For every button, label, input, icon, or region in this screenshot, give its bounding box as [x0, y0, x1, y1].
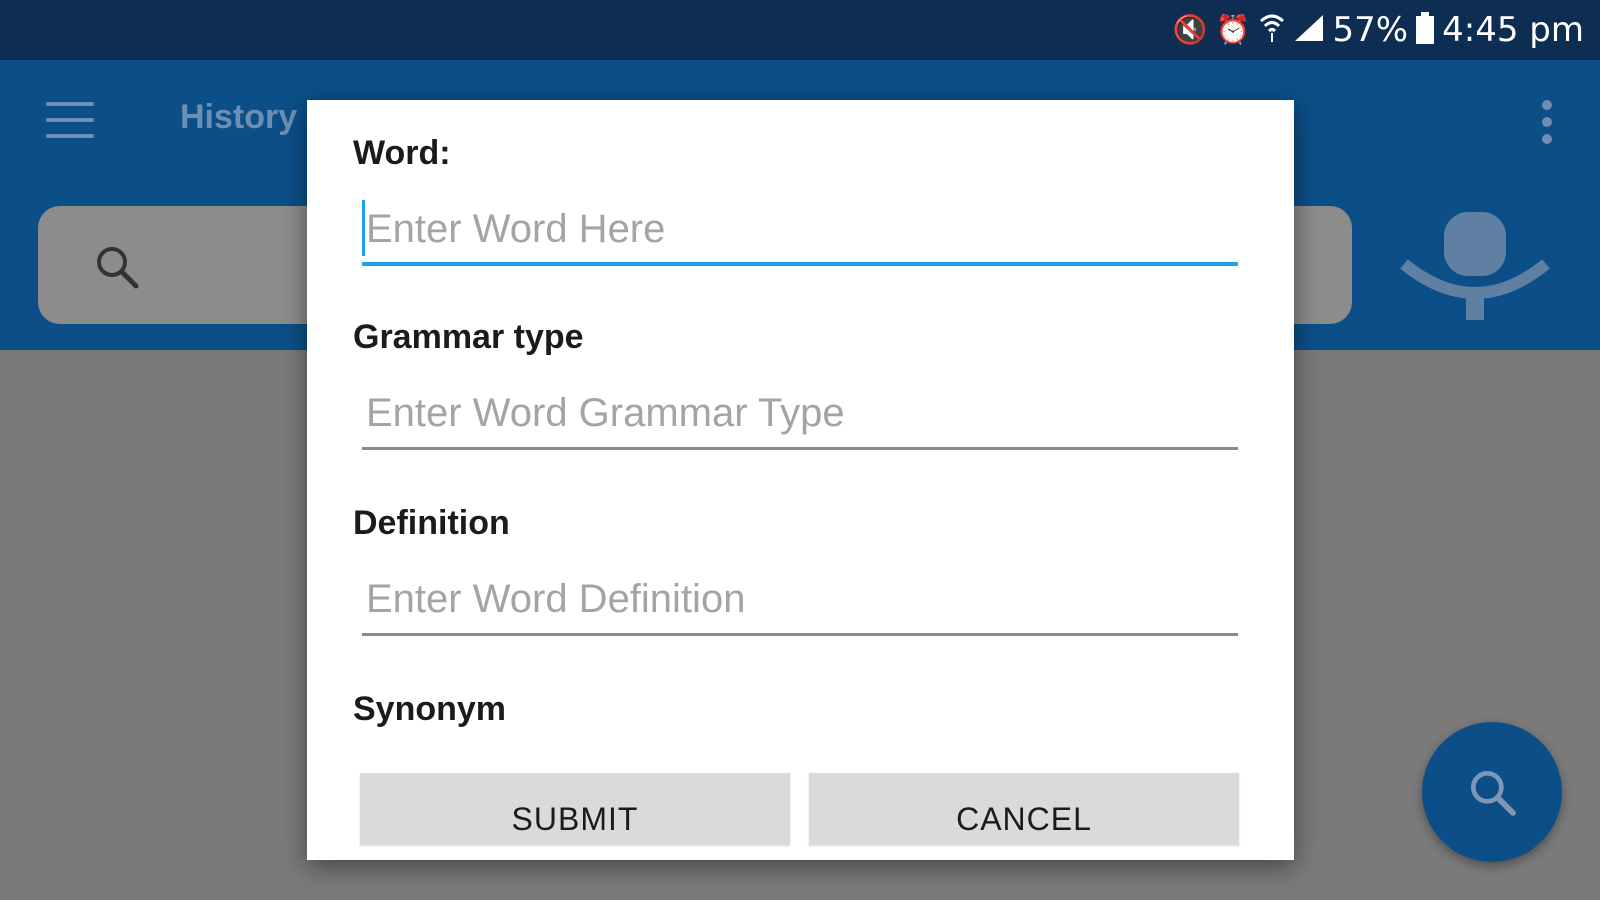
synonym-label: Synonym — [353, 690, 507, 728]
more-vert-icon[interactable] — [1542, 100, 1552, 144]
fab-search-button[interactable] — [1422, 722, 1562, 862]
clock: 4:45 pm — [1442, 10, 1584, 50]
cancel-button[interactable]: CANCEL — [809, 773, 1239, 845]
grammar-type-input[interactable] — [362, 380, 1238, 450]
text-caret — [362, 200, 365, 256]
status-icons: 🔇 ⏰ 57% 4:45 pm — [1173, 0, 1584, 60]
alarm-icon: ⏰ — [1215, 13, 1251, 46]
fab-search-icon — [1471, 771, 1516, 816]
mute-icon: 🔇 — [1172, 13, 1208, 46]
definition-label: Definition — [353, 504, 510, 542]
battery-percent: 57% — [1332, 10, 1409, 50]
hamburger-icon[interactable] — [46, 102, 94, 138]
battery-icon — [1416, 11, 1435, 49]
word-label: Word: — [353, 134, 451, 172]
word-input[interactable] — [362, 196, 1238, 266]
mic-icon[interactable] — [1400, 212, 1550, 322]
status-bar: 🔇 ⏰ 57% 4:45 pm — [0, 0, 1600, 60]
grammar-type-label: Grammar type — [353, 318, 584, 356]
definition-input[interactable] — [362, 566, 1238, 636]
add-word-dialog: Word: Grammar type Definition Synonym SU… — [307, 100, 1294, 860]
app-title: History — [180, 98, 298, 136]
wifi-icon — [1259, 13, 1285, 48]
submit-button[interactable]: SUBMIT — [360, 773, 790, 845]
search-icon — [97, 247, 139, 289]
signal-icon — [1293, 13, 1325, 48]
